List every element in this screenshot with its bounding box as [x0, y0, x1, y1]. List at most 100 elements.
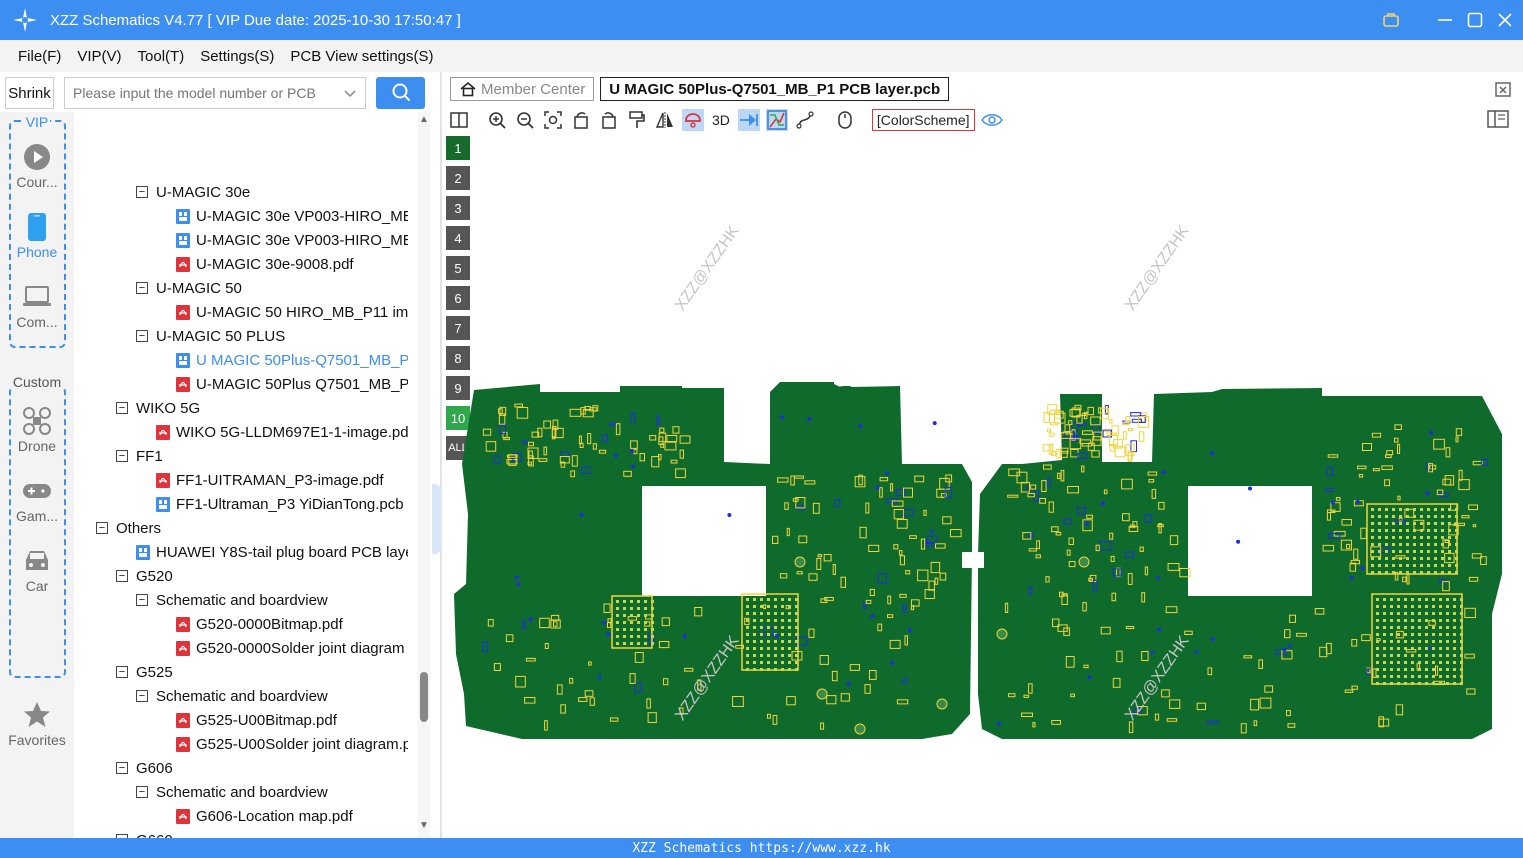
- tree-file[interactable]: G525-U00Bitmap.pdf: [176, 708, 337, 732]
- tree-folder[interactable]: −G660: [116, 828, 173, 838]
- collapse-toggle-icon[interactable]: −: [116, 666, 128, 678]
- pcb-board-render[interactable]: [442, 134, 1523, 838]
- pcb-bga-ball: [1439, 661, 1442, 664]
- tree-folder[interactable]: − G525: [116, 660, 173, 684]
- split-view-icon[interactable]: [448, 109, 470, 131]
- collapse-toggle-icon[interactable]: −: [116, 762, 128, 774]
- tree-folder[interactable]: − U-MAGIC 50 PLUS: [136, 324, 285, 348]
- tree-file[interactable]: U-MAGIC 30e VP003-HIRO_MB_: [176, 204, 408, 228]
- pcb-bga-ball: [1460, 612, 1463, 615]
- tree-folder[interactable]: − G606: [116, 756, 173, 780]
- pcb-bga-ball: [1460, 654, 1463, 657]
- pcb-bga-ball: [651, 635, 654, 638]
- maximize-icon[interactable]: [1467, 12, 1483, 28]
- collapse-left-handle[interactable]: [432, 484, 442, 554]
- scroll-thumb[interactable]: [420, 672, 428, 722]
- collapse-toggle-icon[interactable]: −: [96, 522, 108, 534]
- tree-file[interactable]: G525-U00Solder joint diagram.p: [176, 732, 408, 756]
- rail-item-game[interactable]: Gam...: [0, 474, 74, 524]
- tree-folder[interactable]: − Others: [96, 516, 161, 540]
- side-panel-toggle-icon[interactable]: [1487, 110, 1509, 130]
- color-scheme-button[interactable]: [ColorScheme]: [871, 109, 975, 131]
- tree-file[interactable]: WIKO 5G-LLDM697E1-1-image.pdf: [156, 420, 408, 444]
- tab-member-center[interactable]: Member Center: [450, 77, 595, 101]
- pcb-bga-ball: [1411, 675, 1414, 678]
- search-input[interactable]: [73, 85, 343, 101]
- pcb-bga-ball: [1425, 682, 1428, 685]
- chevron-down-icon[interactable]: [343, 86, 357, 100]
- tree-file[interactable]: HUAWEI Y8S-tail plug board PCB laye: [136, 540, 408, 564]
- tree-folder[interactable]: − WIKO 5G: [116, 396, 200, 420]
- collapse-toggle-icon[interactable]: −: [136, 282, 148, 294]
- close-icon[interactable]: [1497, 12, 1513, 28]
- rail-item-favorites[interactable]: Favorites: [0, 698, 74, 748]
- mouse-icon[interactable]: [834, 109, 856, 131]
- tree-file[interactable]: U-MAGIC 50Plus Q7501_MB_P1: [176, 372, 408, 396]
- pcb-canvas[interactable]: XZZ@XZZHK XZZ@XZZHK XZZ@XZZHK XZZ@XZZHK: [432, 134, 1523, 838]
- tree-folder[interactable]: − G520: [116, 564, 173, 588]
- highlight-net-icon[interactable]: [682, 109, 704, 131]
- menu-tool[interactable]: Tool(T): [130, 48, 193, 65]
- menu-settings[interactable]: Settings(S): [192, 48, 282, 65]
- collapse-toggle-icon[interactable]: −: [116, 570, 128, 582]
- tree-folder[interactable]: − Schematic and boardview: [136, 780, 328, 804]
- rail-item-phone[interactable]: Phone: [0, 210, 74, 260]
- zoom-out-icon[interactable]: [514, 109, 536, 131]
- tree-scrollbar[interactable]: ▲ ▼: [418, 112, 430, 838]
- menu-vip[interactable]: VIP(V): [69, 48, 129, 65]
- pcb-bga-ball: [1441, 515, 1444, 518]
- rail-item-car[interactable]: Car: [0, 544, 74, 594]
- rail-item-courses[interactable]: Cour...: [0, 140, 74, 190]
- rotate-left-icon[interactable]: [570, 109, 592, 131]
- pcb-bga-ball: [1425, 598, 1428, 601]
- rotate-right-icon[interactable]: [598, 109, 620, 131]
- scroll-up-icon[interactable]: ▲: [419, 114, 429, 125]
- collapse-toggle-icon[interactable]: −: [136, 786, 148, 798]
- collapse-toggle-icon[interactable]: −: [116, 450, 128, 462]
- collapse-toggle-icon[interactable]: −: [136, 594, 148, 606]
- tree-folder[interactable]: − Schematic and boardview: [136, 684, 328, 708]
- tree-folder[interactable]: − Schematic and boardview: [136, 588, 328, 612]
- tree-folder[interactable]: − U-MAGIC 30e: [136, 180, 250, 204]
- fit-view-icon[interactable]: [542, 109, 564, 131]
- pcb-test-point: [1425, 491, 1430, 496]
- minimize-icon[interactable]: [1437, 12, 1453, 28]
- format-painter-icon[interactable]: [626, 109, 648, 131]
- tree-folder[interactable]: − U-MAGIC 50: [136, 276, 242, 300]
- pcb-bga-ball: [1453, 682, 1456, 685]
- pcb-bga-ball: [1385, 515, 1388, 518]
- menu-file[interactable]: File(F): [10, 48, 69, 65]
- tree-file[interactable]: U MAGIC 50Plus-Q7501_MB_P1: [176, 348, 408, 372]
- three-d-button[interactable]: 3D: [710, 112, 732, 128]
- scroll-down-icon[interactable]: ▼: [419, 820, 429, 831]
- pcb-bga-ball: [795, 654, 798, 657]
- pin-arrow-icon[interactable]: [737, 109, 760, 131]
- search-button[interactable]: [376, 77, 425, 109]
- collapse-toggle-icon[interactable]: −: [136, 186, 148, 198]
- collapse-toggle-icon[interactable]: −: [136, 330, 148, 342]
- tab-pcb-file[interactable]: U MAGIC 50Plus-Q7501_MB_P1 PCB layer.pcb: [600, 77, 950, 101]
- close-tabs-icon[interactable]: [1495, 80, 1513, 98]
- tree-file[interactable]: G520-0000Solder joint diagram: [176, 636, 404, 660]
- menu-pcb-view-settings[interactable]: PCB View settings(S): [282, 48, 441, 65]
- rail-item-drone[interactable]: Drone: [0, 404, 74, 454]
- tree-file[interactable]: U-MAGIC 30e VP003-HIRO_MB_: [176, 228, 408, 252]
- tree-file[interactable]: G606-Location map.pdf: [176, 804, 353, 828]
- net-trace-icon[interactable]: [765, 109, 788, 131]
- tree-file[interactable]: FF1-UITRAMAN_P3-image.pdf: [156, 468, 384, 492]
- vip-badge-icon[interactable]: [1383, 12, 1399, 28]
- pcb-bga-ball: [1434, 564, 1437, 567]
- measure-icon[interactable]: [794, 109, 816, 131]
- tree-file[interactable]: G520-0000Bitmap.pdf: [176, 612, 343, 636]
- collapse-toggle-icon[interactable]: −: [136, 690, 148, 702]
- rail-item-computer[interactable]: Com...: [0, 280, 74, 330]
- zoom-in-icon[interactable]: [486, 109, 508, 131]
- tree-file[interactable]: U-MAGIC 50 HIRO_MB_P11 ima: [176, 300, 408, 324]
- mirror-icon[interactable]: [654, 109, 676, 131]
- tree-folder[interactable]: − FF1: [116, 444, 163, 468]
- tree-file[interactable]: U-MAGIC 30e-9008.pdf: [176, 252, 354, 276]
- shrink-button[interactable]: Shrink: [5, 77, 54, 109]
- eye-icon[interactable]: [980, 109, 1003, 131]
- collapse-toggle-icon[interactable]: −: [116, 402, 128, 414]
- tree-file[interactable]: FF1-Ultraman_P3 YiDianTong.pcb: [156, 492, 404, 516]
